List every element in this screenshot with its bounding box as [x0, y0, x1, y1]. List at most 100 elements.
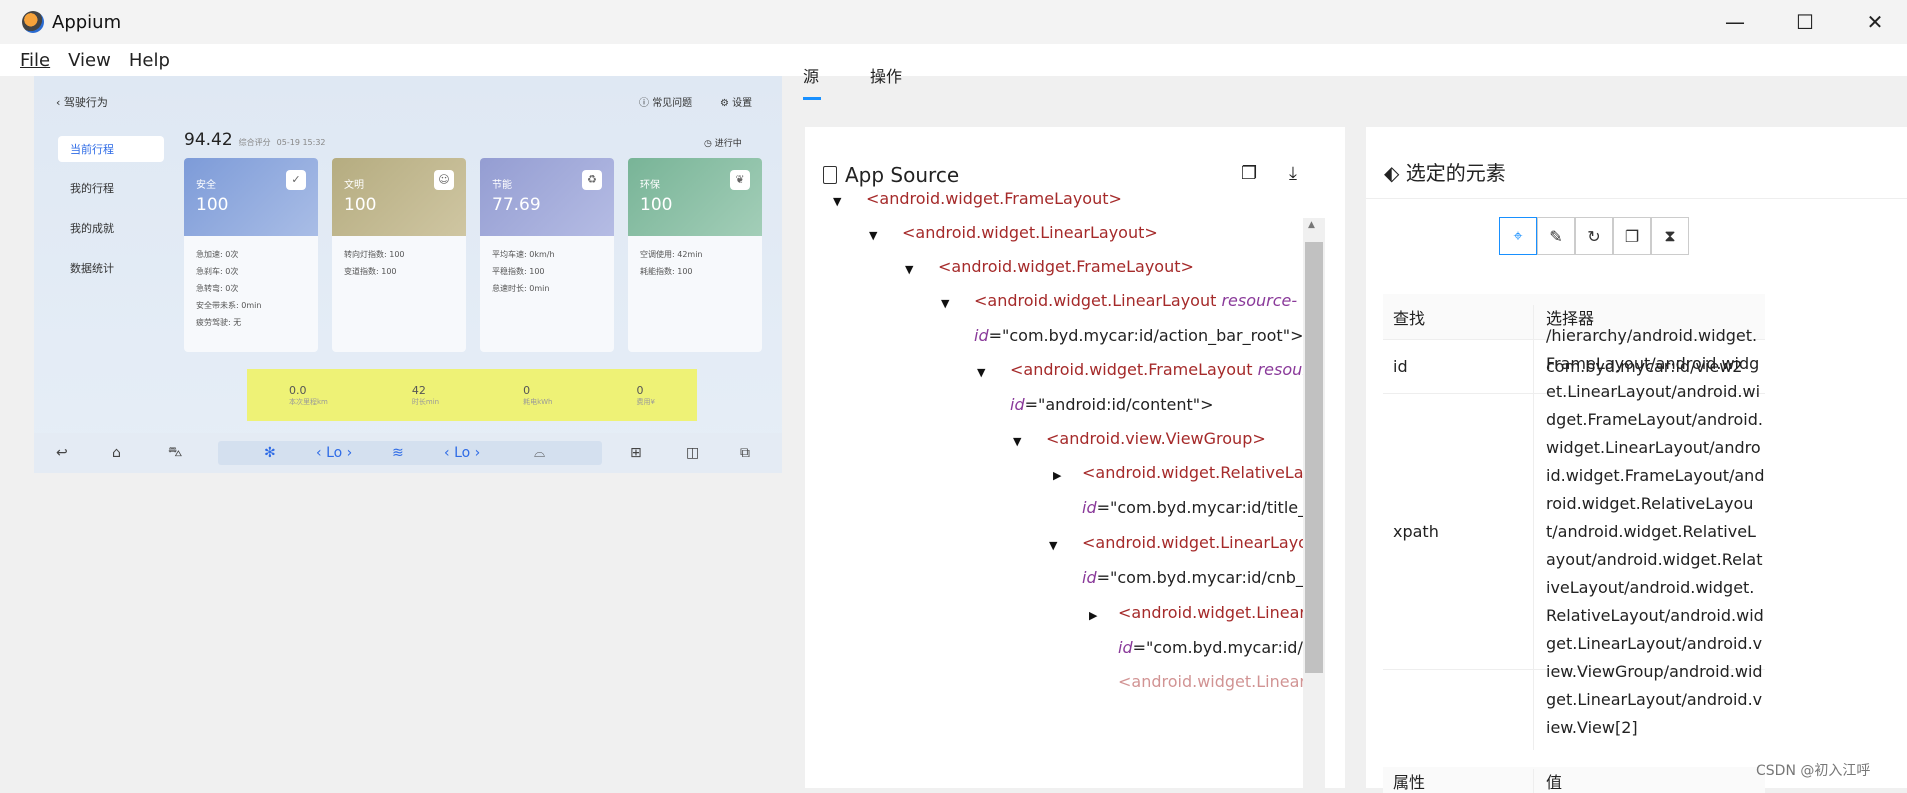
- device-status: ◷ 进行中: [704, 139, 742, 149]
- refresh-icon: ↻: [1587, 226, 1601, 246]
- table-row[interactable]: xpath /hierarchy/android.widget.FrameLay…: [1383, 313, 1765, 750]
- tag-icon: ⬖: [1384, 161, 1406, 185]
- maximize-button[interactable]: ☐: [1770, 0, 1840, 44]
- fan-icon[interactable]: ✻: [264, 445, 276, 461]
- home-icon[interactable]: ⌂: [112, 445, 121, 461]
- shield-icon: ✓: [286, 170, 306, 190]
- device-score: 94.42 综合评分 05-19 15:32: [184, 130, 326, 150]
- appium-logo-icon: [22, 11, 44, 33]
- copy-icon: ❐: [1624, 226, 1640, 246]
- selector-table: 查找 选择器 id com.byd.mycar:id/view2 xpath /…: [1383, 294, 1765, 750]
- tree-node[interactable]: <android.widget.LinearLayout resource-: [974, 291, 1297, 310]
- caret-right-icon[interactable]: ▶: [1089, 609, 1097, 622]
- device-settings[interactable]: ⚙ 设置: [720, 94, 752, 109]
- source-tree: ▼ <android.widget.FrameLayout> ▼ <androi…: [805, 175, 1303, 788]
- device-nav-item[interactable]: 数据统计: [52, 248, 170, 288]
- title-bar: Appium — ☐ ✕: [0, 0, 1907, 44]
- column-header-find: 查找: [1393, 308, 1426, 328]
- tree-node-attr: id="com.byd.mycar:id/action_bar_root">: [974, 326, 1303, 345]
- tree-node[interactable]: <android.view.ViewGroup>: [1046, 429, 1266, 448]
- device-back-label[interactable]: ‹ 驾驶行为: [56, 94, 108, 110]
- multiwindow-icon[interactable]: ⧉: [740, 445, 750, 461]
- selected-element-title: ⬖ 选定的元素: [1384, 161, 1506, 185]
- send-keys-button[interactable]: ✎: [1537, 217, 1575, 255]
- stat-item: 42 时长min: [411, 383, 440, 406]
- attributes-table-header: 属性 值: [1383, 767, 1765, 793]
- device-screen[interactable]: ‹ 驾驶行为 ⓘ 常见问题 ⚙ 设置 当前行程 我的行程 我的成就 数据统计 9…: [34, 76, 782, 473]
- caret-right-icon[interactable]: ▶: [1053, 469, 1061, 482]
- minimize-button[interactable]: —: [1700, 0, 1770, 44]
- clear-button[interactable]: ↻: [1575, 217, 1613, 255]
- app-source-panel: App Source ❐ ⤓ ▼ <android.widget.FrameLa…: [805, 127, 1345, 788]
- split-screen-icon[interactable]: ◫: [686, 445, 699, 461]
- tree-node-attr: id="android:id/content">: [1010, 395, 1214, 414]
- leaf-icon: ❦: [730, 170, 750, 190]
- tree-node[interactable]: <android.widget.LinearLayo: [1082, 533, 1303, 552]
- back-icon[interactable]: ↩: [56, 445, 68, 461]
- device-nav-item[interactable]: 我的行程: [52, 168, 170, 208]
- device-card[interactable]: 安全 100 ✓ 急加速: 0次 急刹车: 0次 急转弯: 0次 安全带未系: 0min…: [184, 158, 318, 352]
- tree-node-attr: id="com.byd.mycar:id/cnb_b: [1082, 568, 1303, 587]
- selected-element-panel: ⬖ 选定的元素 ⌖ ✎ ↻ ❐ ⧗ 查找 选择器 id com.byd.myca…: [1366, 127, 1907, 793]
- defrost-icon[interactable]: ⌓: [534, 445, 545, 461]
- source-scrollbar-thumb[interactable]: [1305, 242, 1323, 673]
- menu-view[interactable]: View: [68, 50, 111, 71]
- smile-icon: ☺: [434, 170, 454, 190]
- close-button[interactable]: ✕: [1840, 0, 1907, 44]
- element-action-buttons: ⌖ ✎ ↻ ❐ ⧗: [1499, 217, 1689, 255]
- hourglass-icon: ⧗: [1664, 226, 1676, 245]
- tab-source[interactable]: 源: [803, 63, 819, 87]
- device-card[interactable]: 文明 100 ☺ 转向灯指数: 100 变道指数: 100: [332, 158, 466, 352]
- temp-right[interactable]: ‹ Lo ›: [444, 445, 480, 461]
- clock-icon: ◷: [704, 139, 715, 149]
- menu-file[interactable]: File: [20, 50, 50, 71]
- caret-down-icon[interactable]: ▼: [1049, 539, 1057, 552]
- device-nav-item[interactable]: 我的成就: [52, 208, 170, 248]
- pencil-icon: ✎: [1549, 226, 1563, 246]
- caret-down-icon[interactable]: ▼: [833, 195, 841, 208]
- menu-help[interactable]: Help: [129, 50, 170, 71]
- copy-attributes-button[interactable]: ❐: [1613, 217, 1651, 255]
- tree-node-attr: id="com.byd.mycar:id/t: [1118, 638, 1303, 657]
- tree-node[interactable]: <android.widget.LinearL: [1118, 672, 1303, 691]
- car-icon[interactable]: ⛍: [168, 444, 182, 462]
- caret-down-icon[interactable]: ▼: [905, 263, 913, 276]
- tree-node[interactable]: <android.widget.FrameLayout>: [866, 189, 1122, 208]
- tap-element-button[interactable]: ⌖: [1499, 217, 1537, 255]
- tree-node[interactable]: <android.widget.FrameLayout resource: [1010, 360, 1303, 379]
- question-icon: ⓘ: [639, 98, 653, 109]
- device-highlighted-stats[interactable]: 0.0 本次里程km 42 时长min 0 耗电kWh 0 费用¥: [247, 369, 697, 421]
- tree-node[interactable]: <android.widget.FrameLayout>: [938, 257, 1194, 276]
- device-faq[interactable]: ⓘ 常见问题: [639, 94, 692, 109]
- temp-left[interactable]: ‹ Lo ›: [316, 445, 352, 461]
- chevron-left-icon: ‹: [56, 96, 64, 109]
- divider: [1366, 198, 1907, 199]
- tab-actions[interactable]: 操作: [870, 63, 902, 87]
- watermark: CSDN @初入江呼: [1756, 763, 1871, 779]
- caret-down-icon[interactable]: ▼: [1013, 435, 1021, 448]
- device-dock: ↩ ⌂ ⛍ ✻ ‹ Lo › ≋ ‹ Lo › ⌓ ⊞ ◫ ⧉: [34, 433, 782, 473]
- device-nav-item[interactable]: 当前行程: [58, 136, 164, 162]
- device-sidebar: 当前行程 我的行程 我的成就 数据统计: [52, 128, 170, 388]
- menu-bar: File View Help: [0, 44, 1907, 76]
- tree-node-attr: id="com.byd.mycar:id/title_b: [1082, 498, 1303, 517]
- scroll-up-icon[interactable]: ▲: [1308, 220, 1315, 230]
- stat-item: 0.0 本次里程km: [289, 383, 328, 406]
- seat-icon[interactable]: ≋: [392, 445, 404, 461]
- stat-item: 0 费用¥: [636, 383, 655, 406]
- timing-button[interactable]: ⧗: [1651, 217, 1689, 255]
- tree-node[interactable]: <android.widget.RelativeLay: [1082, 463, 1303, 482]
- apps-grid-icon[interactable]: ⊞: [630, 445, 642, 461]
- crosshair-icon: ⌖: [1513, 226, 1523, 245]
- tree-node[interactable]: <android.widget.Linear: [1118, 603, 1303, 622]
- window-title: Appium: [52, 11, 122, 33]
- tree-node[interactable]: <android.widget.LinearLayout>: [902, 223, 1158, 242]
- device-card[interactable]: 环保 100 ❦ 空调使用: 42min 耗能指数: 100: [628, 158, 762, 352]
- device-card[interactable]: 节能 77.69 ♻ 平均车速: 0km/h 平稳指数: 100 怠速时长: 0min: [480, 158, 614, 352]
- gear-icon: ⚙: [720, 98, 733, 109]
- recycle-icon: ♻: [582, 170, 602, 190]
- caret-down-icon[interactable]: ▼: [869, 229, 877, 242]
- caret-down-icon[interactable]: ▼: [977, 366, 985, 379]
- caret-down-icon[interactable]: ▼: [941, 297, 949, 310]
- active-tab-indicator: [803, 97, 821, 100]
